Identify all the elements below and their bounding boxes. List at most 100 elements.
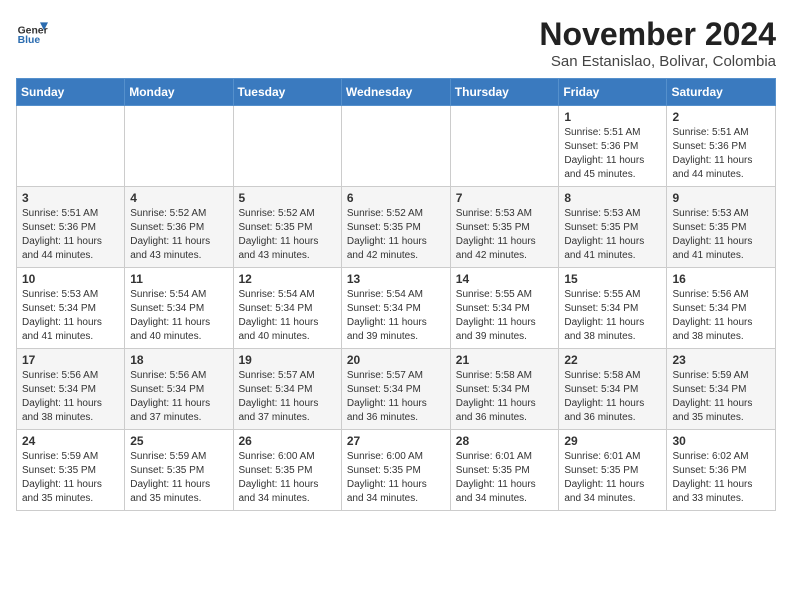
day-number: 28 [456, 434, 554, 448]
calendar-cell: 13 Sunrise: 5:54 AMSunset: 5:34 PMDayligh… [341, 268, 450, 349]
day-info: Sunrise: 5:57 AMSunset: 5:34 PMDaylight:… [347, 369, 445, 425]
col-header-sunday: Sunday [17, 79, 125, 106]
calendar-cell: 27 Sunrise: 6:00 AMSunset: 5:35 PMDayligh… [341, 430, 450, 511]
day-number: 16 [672, 272, 770, 286]
day-number: 22 [564, 353, 661, 367]
day-info: Sunrise: 5:52 AMSunset: 5:35 PMDaylight:… [347, 207, 445, 263]
day-info: Sunrise: 5:52 AMSunset: 5:35 PMDaylight:… [239, 207, 336, 263]
logo: General Blue [16, 16, 48, 48]
day-number: 13 [347, 272, 445, 286]
day-number: 8 [564, 191, 661, 205]
day-info: Sunrise: 6:00 AMSunset: 5:35 PMDaylight:… [347, 450, 445, 506]
day-number: 9 [672, 191, 770, 205]
calendar-week-row: 1 Sunrise: 5:51 AMSunset: 5:36 PMDaylight… [17, 106, 776, 187]
title-section: November 2024 San Estanislao, Bolivar, C… [539, 16, 776, 70]
day-number: 12 [239, 272, 336, 286]
calendar-header-row: SundayMondayTuesdayWednesdayThursdayFrid… [17, 79, 776, 106]
day-info: Sunrise: 5:53 AMSunset: 5:34 PMDaylight:… [22, 288, 119, 344]
calendar-cell: 18 Sunrise: 5:56 AMSunset: 5:34 PMDayligh… [125, 349, 233, 430]
day-info: Sunrise: 5:59 AMSunset: 5:35 PMDaylight:… [22, 450, 119, 506]
calendar-cell: 5 Sunrise: 5:52 AMSunset: 5:35 PMDaylight… [233, 187, 341, 268]
calendar-cell: 21Sunrise: 5:58 AMSunset: 5:34 PMDayligh… [450, 349, 559, 430]
day-info: Sunrise: 5:53 AMSunset: 5:35 PMDaylight:… [672, 207, 770, 263]
day-number: 14 [456, 272, 554, 286]
day-info: Sunrise: 5:56 AMSunset: 5:34 PMDaylight:… [672, 288, 770, 344]
day-number: 29 [564, 434, 661, 448]
col-header-friday: Friday [559, 79, 667, 106]
calendar-cell: 12Sunrise: 5:54 AMSunset: 5:34 PMDayligh… [233, 268, 341, 349]
calendar-cell: 20 Sunrise: 5:57 AMSunset: 5:34 PMDayligh… [341, 349, 450, 430]
day-info: Sunrise: 5:55 AMSunset: 5:34 PMDaylight:… [456, 288, 554, 344]
calendar-cell: 22 Sunrise: 5:58 AMSunset: 5:34 PMDayligh… [559, 349, 667, 430]
day-info: Sunrise: 5:51 AMSunset: 5:36 PMDaylight:… [22, 207, 119, 263]
day-number: 20 [347, 353, 445, 367]
day-info: Sunrise: 5:59 AMSunset: 5:35 PMDaylight:… [130, 450, 227, 506]
day-number: 11 [130, 272, 227, 286]
day-info: Sunrise: 5:51 AMSunset: 5:36 PMDaylight:… [672, 126, 770, 182]
day-number: 30 [672, 434, 770, 448]
calendar-cell: 6 Sunrise: 5:52 AMSunset: 5:35 PMDaylight… [341, 187, 450, 268]
day-number: 4 [130, 191, 227, 205]
day-number: 27 [347, 434, 445, 448]
day-info: Sunrise: 5:58 AMSunset: 5:34 PMDaylight:… [564, 369, 661, 425]
calendar-table: SundayMondayTuesdayWednesdayThursdayFrid… [16, 78, 776, 511]
day-number: 25 [130, 434, 227, 448]
page-header: General Blue November 2024 San Estanisla… [16, 16, 776, 70]
day-info: Sunrise: 5:55 AMSunset: 5:34 PMDaylight:… [564, 288, 661, 344]
day-number: 23 [672, 353, 770, 367]
day-number: 17 [22, 353, 119, 367]
day-info: Sunrise: 5:52 AMSunset: 5:36 PMDaylight:… [130, 207, 227, 263]
day-info: Sunrise: 5:53 AMSunset: 5:35 PMDaylight:… [456, 207, 554, 263]
calendar-cell: 28 Sunrise: 6:01 AMSunset: 5:35 PMDayligh… [450, 430, 559, 511]
calendar-week-row: 10 Sunrise: 5:53 AMSunset: 5:34 PMDayligh… [17, 268, 776, 349]
day-number: 6 [347, 191, 445, 205]
day-number: 18 [130, 353, 227, 367]
calendar-cell: 14 Sunrise: 5:55 AMSunset: 5:34 PMDayligh… [450, 268, 559, 349]
day-number: 26 [239, 434, 336, 448]
calendar-cell: 23 Sunrise: 5:59 AMSunset: 5:34 PMDayligh… [667, 349, 776, 430]
day-number: 3 [22, 191, 119, 205]
day-number: 5 [239, 191, 336, 205]
day-info: Sunrise: 5:57 AMSunset: 5:34 PMDaylight:… [239, 369, 336, 425]
col-header-tuesday: Tuesday [233, 79, 341, 106]
calendar-cell [341, 106, 450, 187]
col-header-monday: Monday [125, 79, 233, 106]
calendar-cell: 1 Sunrise: 5:51 AMSunset: 5:36 PMDaylight… [559, 106, 667, 187]
day-info: Sunrise: 5:56 AMSunset: 5:34 PMDaylight:… [130, 369, 227, 425]
calendar-cell: 26Sunrise: 6:00 AMSunset: 5:35 PMDayligh… [233, 430, 341, 511]
day-info: Sunrise: 6:01 AMSunset: 5:35 PMDaylight:… [564, 450, 661, 506]
calendar-cell: 24 Sunrise: 5:59 AMSunset: 5:35 PMDayligh… [17, 430, 125, 511]
calendar-cell: 3 Sunrise: 5:51 AMSunset: 5:36 PMDaylight… [17, 187, 125, 268]
calendar-cell: 7 Sunrise: 5:53 AMSunset: 5:35 PMDaylight… [450, 187, 559, 268]
day-number: 19 [239, 353, 336, 367]
day-number: 24 [22, 434, 119, 448]
calendar-week-row: 24 Sunrise: 5:59 AMSunset: 5:35 PMDayligh… [17, 430, 776, 511]
day-number: 2 [672, 110, 770, 124]
calendar-cell: 19 Sunrise: 5:57 AMSunset: 5:34 PMDayligh… [233, 349, 341, 430]
day-info: Sunrise: 5:53 AMSunset: 5:35 PMDaylight:… [564, 207, 661, 263]
calendar-week-row: 3 Sunrise: 5:51 AMSunset: 5:36 PMDaylight… [17, 187, 776, 268]
day-number: 1 [564, 110, 661, 124]
calendar-cell [233, 106, 341, 187]
calendar-cell: 11Sunrise: 5:54 AMSunset: 5:34 PMDayligh… [125, 268, 233, 349]
day-info: Sunrise: 6:02 AMSunset: 5:36 PMDaylight:… [672, 450, 770, 506]
calendar-cell: 25 Sunrise: 5:59 AMSunset: 5:35 PMDayligh… [125, 430, 233, 511]
calendar-cell: 9 Sunrise: 5:53 AMSunset: 5:35 PMDaylight… [667, 187, 776, 268]
location-subtitle: San Estanislao, Bolivar, Colombia [539, 53, 776, 70]
day-info: Sunrise: 5:54 AMSunset: 5:34 PMDaylight:… [347, 288, 445, 344]
day-info: Sunrise: 5:56 AMSunset: 5:34 PMDaylight:… [22, 369, 119, 425]
calendar-week-row: 17 Sunrise: 5:56 AMSunset: 5:34 PMDayligh… [17, 349, 776, 430]
day-info: Sunrise: 5:51 AMSunset: 5:36 PMDaylight:… [564, 126, 661, 182]
calendar-cell [125, 106, 233, 187]
calendar-cell [450, 106, 559, 187]
day-info: Sunrise: 5:59 AMSunset: 5:34 PMDaylight:… [672, 369, 770, 425]
col-header-wednesday: Wednesday [341, 79, 450, 106]
month-title: November 2024 [539, 16, 776, 53]
calendar-cell: 2 Sunrise: 5:51 AMSunset: 5:36 PMDaylight… [667, 106, 776, 187]
day-number: 10 [22, 272, 119, 286]
day-info: Sunrise: 6:01 AMSunset: 5:35 PMDaylight:… [456, 450, 554, 506]
calendar-cell: 30 Sunrise: 6:02 AMSunset: 5:36 PMDayligh… [667, 430, 776, 511]
calendar-cell: 8 Sunrise: 5:53 AMSunset: 5:35 PMDaylight… [559, 187, 667, 268]
svg-text:Blue: Blue [18, 35, 41, 46]
day-number: 7 [456, 191, 554, 205]
